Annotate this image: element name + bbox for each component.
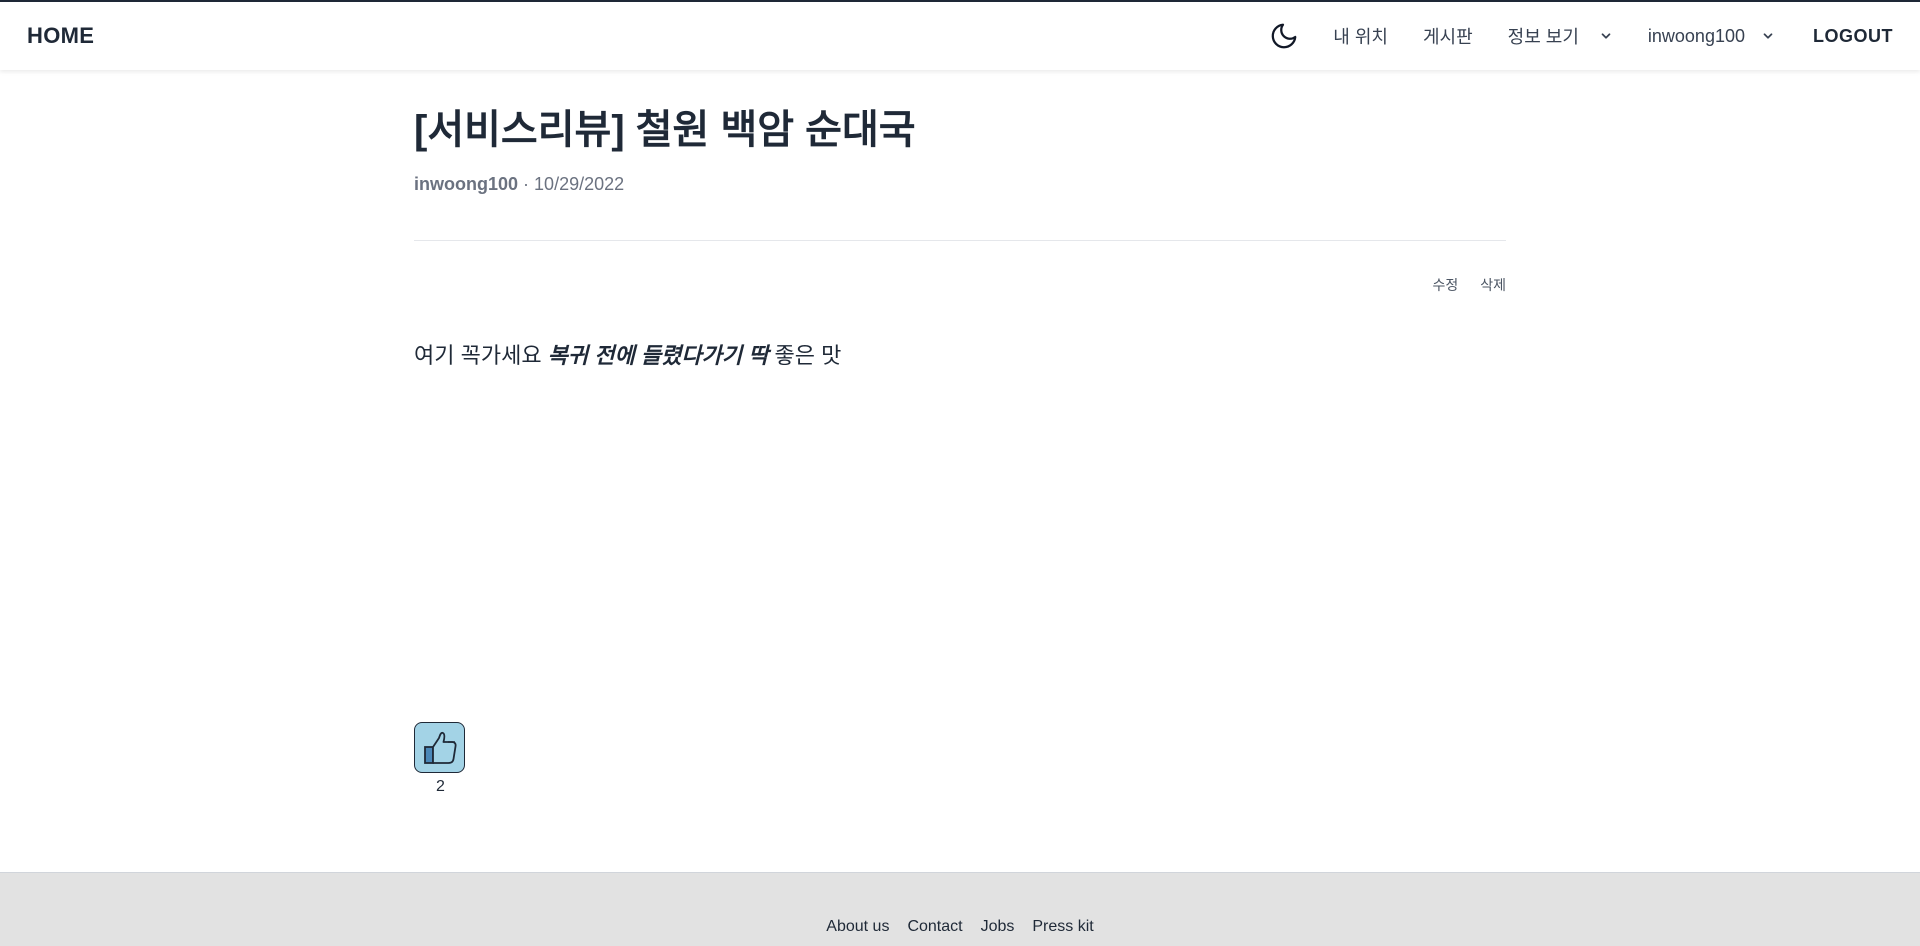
nav-info-label: 정보 보기 — [1507, 27, 1579, 47]
nav-user-dropdown[interactable]: inwoong100 — [1648, 26, 1775, 47]
nav-info-dropdown[interactable]: 정보 보기 — [1508, 23, 1613, 49]
home-link[interactable]: HOME — [27, 23, 94, 49]
like-button[interactable] — [414, 722, 465, 773]
footer-links: About us Contact Jobs Press kit — [826, 918, 1093, 936]
post-meta: inwoong100 · 10/29/2022 — [414, 172, 1506, 196]
chevron-down-icon — [1599, 29, 1613, 43]
footer: About us Contact Jobs Press kit — [0, 872, 1920, 946]
post-title: [서비스리뷰] 철원 백암 순대국 — [414, 108, 916, 152]
post-actions: 수정 삭제 — [414, 275, 1506, 295]
nav-board[interactable]: 게시판 — [1423, 23, 1473, 49]
nav-menu: 내 위치 게시판 정보 보기 inwoong100 LOGOUT — [1268, 2, 1893, 70]
post-body-text: 여기 꼭가세요 — [414, 343, 548, 368]
theme-toggle-button[interactable] — [1268, 20, 1300, 52]
thumbs-up-icon — [423, 731, 457, 764]
edit-button[interactable]: 수정 — [1432, 275, 1458, 295]
footer-link-about[interactable]: About us — [826, 918, 889, 936]
like-count: 2 — [436, 778, 445, 795]
post-content: [서비스리뷰] 철원 백암 순대국 inwoong100 · 10/29/202… — [414, 70, 1506, 371]
nav-user-label: inwoong100 — [1647, 25, 1745, 46]
nav-my-location[interactable]: 내 위치 — [1333, 23, 1388, 49]
footer-link-press-kit[interactable]: Press kit — [1032, 918, 1093, 936]
post-date: 10/29/2022 — [534, 174, 625, 194]
footer-link-jobs[interactable]: Jobs — [981, 918, 1015, 936]
navbar: HOME 내 위치 게시판 정보 보기 inwoong100 LOGOUT — [0, 2, 1920, 70]
post-body-emphasis: 복귀 전에 들렸다가기 딱 — [547, 343, 769, 368]
chevron-down-icon — [1761, 29, 1775, 43]
post-body-text-end: 좋은 맛 — [768, 343, 842, 368]
divider — [414, 240, 1506, 241]
delete-button[interactable]: 삭제 — [1480, 275, 1506, 295]
meta-separator: · — [523, 174, 530, 194]
post-body: 여기 꼭가세요 복귀 전에 들렸다가기 딱 좋은 맛 — [414, 341, 1506, 371]
logout-button[interactable]: LOGOUT — [1813, 26, 1893, 47]
moon-icon — [1271, 23, 1297, 49]
like-section: 2 — [414, 722, 467, 796]
footer-link-contact[interactable]: Contact — [907, 918, 962, 936]
post-author: inwoong100 — [414, 174, 519, 194]
